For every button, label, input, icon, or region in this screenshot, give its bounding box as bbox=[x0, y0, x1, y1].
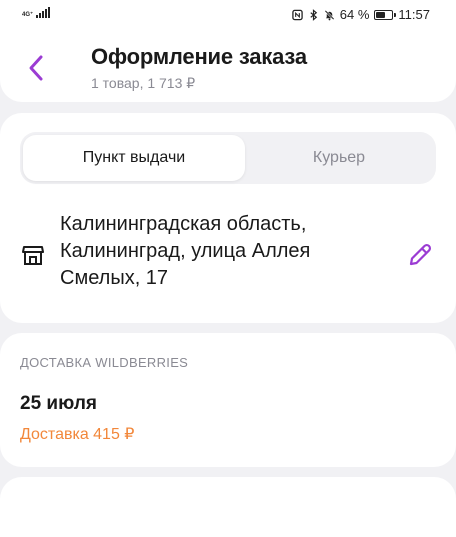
back-button[interactable] bbox=[22, 50, 50, 86]
shipping-card: Доставка Wildberries 25 июля Доставка 41… bbox=[0, 333, 456, 467]
delivery-method-toggle: Пункт выдачи Курьер bbox=[20, 132, 436, 184]
page-title: Оформление заказа bbox=[91, 44, 307, 69]
battery-percent: 64 % bbox=[339, 7, 370, 22]
battery-level bbox=[376, 11, 386, 18]
pickup-point-address[interactable]: Калининградская область, Калининград, ул… bbox=[60, 211, 380, 292]
tab-pickup-point[interactable]: Пункт выдачи bbox=[23, 135, 245, 181]
edit-address-button[interactable] bbox=[405, 240, 435, 270]
order-summary: 1 товар, 1 713 ₽ bbox=[91, 75, 196, 91]
pencil-icon bbox=[409, 243, 432, 266]
clock: 11:57 bbox=[398, 7, 430, 22]
shipping-provider-label: Доставка Wildberries bbox=[20, 355, 189, 370]
next-card bbox=[0, 477, 456, 537]
nfc-icon bbox=[292, 9, 303, 20]
delivery-price: Доставка 415 ₽ bbox=[20, 426, 135, 443]
delivery-method-card: Пункт выдачи Курьер Калининградская обла… bbox=[0, 113, 456, 323]
network-type: 4G⁺ bbox=[22, 12, 33, 18]
chevron-left-icon bbox=[29, 55, 43, 81]
checkout-header: Оформление заказа 1 товар, 1 713 ₽ bbox=[0, 34, 456, 102]
delivery-date: 25 июля bbox=[20, 393, 98, 414]
store-icon bbox=[22, 246, 44, 265]
battery-icon bbox=[374, 9, 397, 20]
status-bar: 4G⁺ 64 % 11:57 bbox=[0, 0, 456, 34]
network-indicator: 4G⁺ bbox=[22, 7, 51, 18]
signal-icon bbox=[36, 7, 51, 18]
status-icons: 64 % 11:57 bbox=[292, 7, 430, 22]
network-type-label: 4G⁺ bbox=[22, 12, 34, 18]
mute-bell-icon bbox=[324, 9, 335, 20]
tab-courier[interactable]: Курьер bbox=[245, 135, 433, 181]
bluetooth-icon bbox=[310, 8, 317, 21]
